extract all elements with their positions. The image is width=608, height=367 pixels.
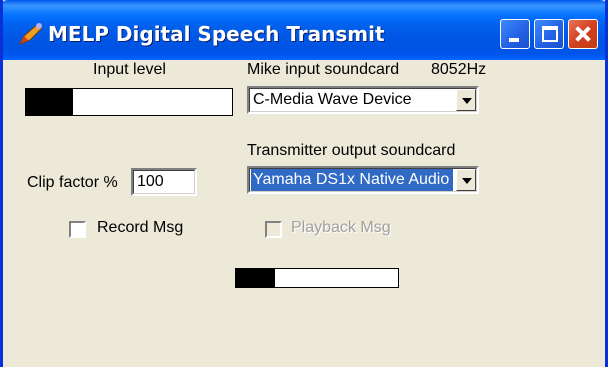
window-title: MELP Digital Speech Transmit	[48, 22, 385, 46]
playback-msg-label[interactable]: Playback Msg	[291, 219, 391, 237]
close-button[interactable]	[568, 19, 598, 49]
output-level-meter	[235, 268, 399, 288]
playback-msg-checkbox[interactable]	[265, 221, 282, 238]
output-level-meter-fill	[236, 269, 275, 287]
transmitter-output-select[interactable]: Yamaha DS1x Native Audio	[247, 166, 479, 194]
chevron-down-icon	[462, 178, 472, 184]
maximize-button[interactable]	[534, 19, 564, 49]
input-level-meter	[25, 88, 233, 116]
input-level-meter-fill	[26, 89, 74, 115]
mike-input-label: Mike input soundcard	[247, 61, 400, 78]
client-area: Input level Mike input soundcard 8052Hz …	[3, 60, 605, 367]
input-level-label: Input level	[93, 61, 166, 78]
transmitter-output-label: Transmitter output soundcard	[247, 142, 456, 159]
clip-factor-input[interactable]: 100	[131, 168, 197, 196]
title-bar[interactable]: MELP Digital Speech Transmit	[3, 0, 605, 60]
record-msg-label[interactable]: Record Msg	[97, 219, 183, 237]
mike-input-dropdown-button[interactable]	[456, 89, 476, 111]
record-msg-checkbox[interactable]	[69, 221, 86, 238]
clip-factor-label: Clip factor %	[27, 174, 118, 191]
close-icon	[569, 20, 597, 48]
mike-input-select[interactable]: C-Media Wave Device	[247, 86, 479, 114]
transmitter-output-select-value: Yamaha DS1x Native Audio	[251, 169, 453, 191]
mike-input-select-value: C-Media Wave Device	[253, 91, 412, 108]
maximize-icon	[542, 26, 558, 42]
minimize-button[interactable]	[500, 19, 530, 49]
transmitter-output-dropdown-button[interactable]	[456, 169, 476, 191]
mike-input-rate: 8052Hz	[431, 61, 487, 78]
chevron-down-icon	[462, 98, 472, 104]
app-window: MELP Digital Speech Transmit Input level…	[0, 0, 608, 367]
clip-factor-value: 100	[133, 170, 195, 194]
minimize-icon	[509, 38, 519, 42]
pen-icon	[18, 23, 43, 45]
